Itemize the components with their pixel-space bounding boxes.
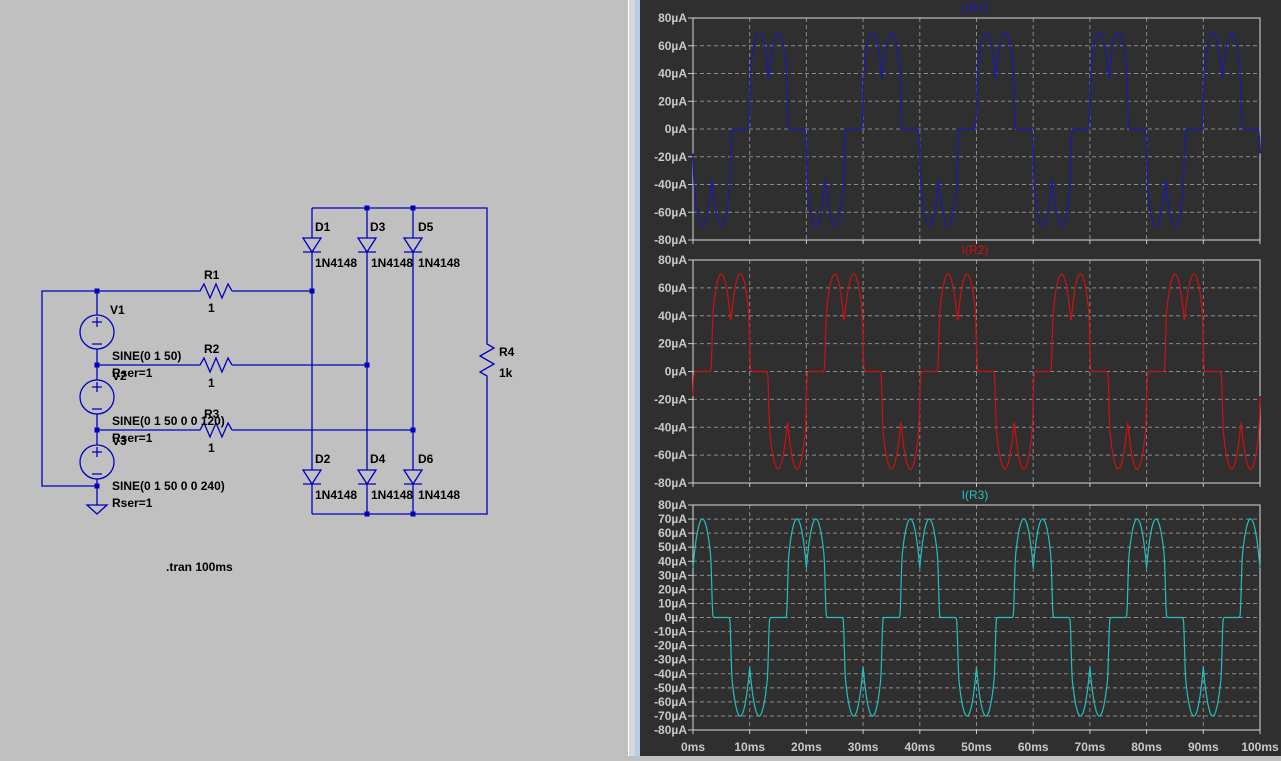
plot-title: I(R2) <box>962 243 989 257</box>
voltage-source-v1[interactable] <box>79 314 115 350</box>
r2-label: R2 <box>204 342 220 356</box>
schematic-editor[interactable]: V1 SINE(0 1 50) Rser=1 V2 SINE(0 1 50 0 … <box>0 0 628 756</box>
y-tick-label: 80µA <box>658 11 687 25</box>
d1-model: 1N4148 <box>315 256 357 270</box>
d6-model: 1N4148 <box>418 488 460 502</box>
r4-label: R4 <box>499 345 515 359</box>
voltage-source-v3[interactable] <box>79 444 115 480</box>
y-tick-label: -20µA <box>654 392 687 406</box>
x-tick-label: 80ms <box>1131 740 1162 754</box>
r1-value: 1 <box>208 301 215 315</box>
wires <box>41 207 488 515</box>
plot-pane-3: I(R3) 80µA70µA60µA50µA40µA30µA20µA10µA0µA… <box>654 488 1279 754</box>
y-tick-label: -40µA <box>654 178 687 192</box>
x-tick-label: 90ms <box>1188 740 1219 754</box>
x-tick-label: 50ms <box>961 740 992 754</box>
d3-model: 1N4148 <box>371 256 413 270</box>
diode-d4[interactable] <box>356 469 378 486</box>
plot-pane-2: I(R2) 80µA 60µA 40µA 20µA 0µA -20µA -40µA -60µA -… <box>654 243 1261 490</box>
y-tick-label: 0µA <box>665 611 688 625</box>
v3-value: SINE(0 1 50 0 0 240) <box>112 479 225 493</box>
r3-label: R3 <box>204 407 220 421</box>
schematic-canvas[interactable]: V1 SINE(0 1 50) Rser=1 V2 SINE(0 1 50 0 … <box>0 0 628 756</box>
diode-d3[interactable] <box>356 237 378 254</box>
y-tick-label: -40µA <box>654 420 687 434</box>
y-tick-label: -70µA <box>654 709 687 723</box>
v3-label: V3 <box>112 434 127 448</box>
y-tick-label: -20µA <box>654 150 687 164</box>
spice-directive[interactable]: .tran 100ms <box>166 560 233 574</box>
x-tick-label: 70ms <box>1075 740 1106 754</box>
v3-rser: Rser=1 <box>112 496 153 510</box>
y-tick-label: 0µA <box>665 365 688 379</box>
diode-d6[interactable] <box>402 469 424 486</box>
d5-label: D5 <box>418 220 434 234</box>
y-tick-label: -50µA <box>654 681 687 695</box>
y-tick-label: 20µA <box>658 94 687 108</box>
v1-label: V1 <box>110 303 125 317</box>
plot-pane-1: I(R1) 80µA 60µA 40µA 20µA 0µA -20µA -40µA -60µA -… <box>654 1 1261 247</box>
y-tick-label: -60µA <box>654 695 687 709</box>
d6-label: D6 <box>418 452 434 466</box>
d2-model: 1N4148 <box>315 488 357 502</box>
x-tick-label: 60ms <box>1018 740 1049 754</box>
plot-title: I(R3) <box>962 488 989 502</box>
y-tick-label: -80µA <box>654 476 687 490</box>
y-tick-label: -40µA <box>654 667 687 681</box>
d5-model: 1N4148 <box>418 256 460 270</box>
x-tick-label: 10ms <box>734 740 765 754</box>
y-tick-label: -60µA <box>654 448 687 462</box>
y-tick-label: 40µA <box>658 554 687 568</box>
plot-title: I(R1) <box>962 1 989 15</box>
d4-model: 1N4148 <box>371 488 413 502</box>
d2-label: D2 <box>315 452 331 466</box>
y-tick-label: 40µA <box>658 309 687 323</box>
x-tick-label: 30ms <box>848 740 879 754</box>
y-tick-label: 60µA <box>658 281 687 295</box>
y-tick-label: 70µA <box>658 512 687 526</box>
diode-d2[interactable] <box>301 469 323 486</box>
resistor-r4[interactable] <box>478 340 496 380</box>
r3-value: 1 <box>208 441 215 455</box>
diode-d1[interactable] <box>301 237 323 254</box>
y-tick-label: 60µA <box>658 39 687 53</box>
y-tick-label: 40µA <box>658 67 687 81</box>
y-tick-label: 80µA <box>658 498 687 512</box>
x-tick-label: 20ms <box>791 740 822 754</box>
r2-value: 1 <box>208 376 215 390</box>
waveform-canvas[interactable]: I(R1)80µA60µA40µA20µA0µA-20µA-40µA-60µA-… <box>640 0 1281 756</box>
diode-d5[interactable] <box>402 237 424 254</box>
x-tick-label: 0ms <box>681 740 705 754</box>
y-tick-label: -60µA <box>654 205 687 219</box>
y-tick-label: 10µA <box>658 596 687 610</box>
y-tick-label: -20µA <box>654 639 687 653</box>
d4-label: D4 <box>370 452 386 466</box>
v2-label: V2 <box>112 369 127 383</box>
resistor-r1[interactable] <box>195 282 233 300</box>
y-tick-label: 50µA <box>658 540 687 554</box>
v1-value: SINE(0 1 50) <box>112 349 181 363</box>
y-tick-label: 0µA <box>665 122 688 136</box>
voltage-source-v2[interactable] <box>79 379 115 415</box>
r1-label: R1 <box>204 268 220 282</box>
y-tick-label: -80µA <box>654 723 687 737</box>
y-tick-label: 20µA <box>658 582 687 596</box>
ground-icon <box>85 504 109 515</box>
x-tick-label: 40ms <box>904 740 935 754</box>
y-tick-label: 60µA <box>658 526 687 540</box>
resistor-r2[interactable] <box>195 356 233 374</box>
d3-label: D3 <box>370 220 386 234</box>
y-tick-label: -80µA <box>654 233 687 247</box>
y-tick-label: 30µA <box>658 568 687 582</box>
y-tick-label: 20µA <box>658 337 687 351</box>
y-tick-label: -30µA <box>654 653 687 667</box>
r4-value: 1k <box>499 366 513 380</box>
y-tick-label: 80µA <box>658 253 687 267</box>
d1-label: D1 <box>315 220 331 234</box>
waveform-viewer[interactable]: I(R1) 80µA 60µA 40µA 20µA 0µA -20µA -40µA -60µA -… <box>640 0 1281 756</box>
y-tick-label: -10µA <box>654 625 687 639</box>
x-tick-label: 100ms <box>1241 740 1279 754</box>
